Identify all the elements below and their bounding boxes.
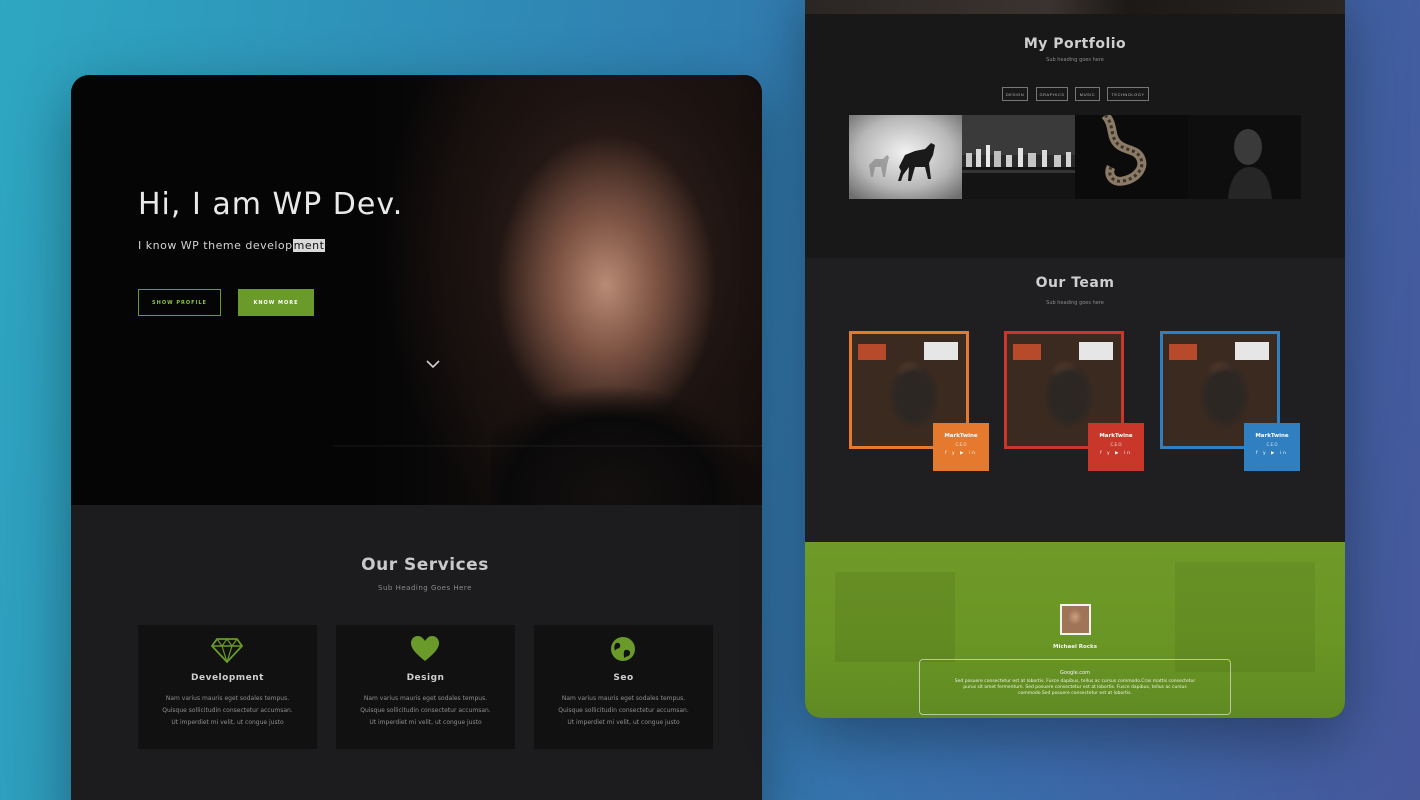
portfolio-subtitle: Sub heading goes here	[1046, 57, 1104, 63]
previous-section-image	[805, 0, 1345, 14]
member-social-icons[interactable]: f y ▶ in	[1088, 451, 1144, 456]
filter-technology[interactable]: TECHNOLOGY	[1107, 87, 1149, 101]
hero-section: Hi, I am WP Dev. I know WP theme develop…	[71, 75, 762, 505]
hero-divider	[333, 445, 762, 447]
team-title: Our Team	[1035, 275, 1115, 291]
service-card-design: Design Nam varius mauris eget sodales te…	[336, 625, 515, 749]
city-skyline-photo	[962, 115, 1075, 199]
service-title: Seo	[613, 673, 634, 683]
filter-music[interactable]: MUSIC	[1075, 87, 1100, 101]
portfolio-image-city[interactable]	[962, 115, 1075, 199]
service-text-line: Quisque sollicitudin consectetur accumsa…	[162, 707, 293, 714]
dark-portrait-photo	[1188, 115, 1301, 199]
portfolio-image-horse[interactable]	[849, 115, 962, 199]
services-subtitle: Sub Heading Goes Here	[378, 584, 472, 592]
avatar	[1060, 604, 1091, 635]
testimonial-text-line: Sed posuere consectetur est at lobortis.…	[954, 679, 1196, 684]
team-member-card[interactable]: MarkTwine C.E.O f y ▶ in	[1004, 331, 1144, 471]
member-role: C.E.O	[1110, 442, 1122, 447]
hero-subtitle: I know WP theme development	[138, 239, 326, 252]
testimonial-section: Michael Rocks Google.com Sed posuere con…	[805, 542, 1345, 718]
testimonial-text-line: purus sit amet fermentum. Sed posuere co…	[963, 685, 1187, 690]
filter-design[interactable]: DESIGN	[1002, 87, 1028, 101]
member-social-icons[interactable]: f y ▶ in	[933, 451, 989, 456]
service-text-line: Nam varius mauris eget sodales tempus.	[363, 695, 488, 702]
team-member-card[interactable]: MarkTwine C.E.O f y ▶ in	[849, 331, 989, 471]
portfolio-page-preview: My Portfolio Sub heading goes here DESIG…	[805, 0, 1345, 718]
typing-highlight: ment	[292, 239, 326, 252]
testimonial-name: Michael Rocks	[1053, 644, 1097, 650]
testimonial-site[interactable]: Google.com	[920, 670, 1230, 676]
home-page-preview: Hi, I am WP Dev. I know WP theme develop…	[71, 75, 762, 800]
services-title: Our Services	[361, 555, 489, 575]
portfolio-image-snake[interactable]	[1075, 115, 1188, 199]
member-name: MarkTwine	[1099, 433, 1133, 439]
filter-graphics[interactable]: GRAPHICS	[1036, 87, 1068, 101]
service-title: Design	[406, 673, 445, 683]
heart-icon	[411, 636, 439, 661]
service-text-line: Quisque sollicitudin consectetur accumsa…	[558, 707, 689, 714]
team-member-card[interactable]: MarkTwine C.E.O f y ▶ in	[1160, 331, 1300, 471]
globe-icon	[611, 637, 635, 661]
member-social-icons[interactable]: f y ▶ in	[1244, 451, 1300, 456]
show-profile-button[interactable]: SHOW PROFILE	[138, 289, 221, 316]
team-section: Our Team Sub heading goes here MarkTwine…	[805, 258, 1345, 542]
portfolio-image-portrait[interactable]	[1188, 115, 1301, 199]
team-subtitle: Sub heading goes here	[1046, 300, 1104, 306]
testimonial-text-line: commodo.Sed posuere consectetur est at l…	[1018, 691, 1132, 696]
background-office-shape	[1175, 562, 1315, 672]
service-text-line: Nam varius mauris eget sodales tempus.	[165, 695, 290, 702]
horse-photo	[849, 115, 962, 199]
service-text-line: Quisque sollicitudin consectetur accumsa…	[360, 707, 491, 714]
hero-subtitle-text: I know WP theme develop	[138, 239, 293, 252]
testimonial-box: Google.com Sed posuere consectetur est a…	[919, 659, 1231, 715]
service-text-line: Ut imperdiet mi velit, ut congue justo	[171, 719, 284, 726]
member-badge: MarkTwine C.E.O f y ▶ in	[1088, 423, 1144, 471]
member-name: MarkTwine	[1255, 433, 1289, 439]
service-card-seo: Seo Nam varius mauris eget sodales tempu…	[534, 625, 713, 749]
member-badge: MarkTwine C.E.O f y ▶ in	[1244, 423, 1300, 471]
hero-title: Hi, I am WP Dev.	[138, 187, 404, 222]
service-card-development: Development Nam varius mauris eget sodal…	[138, 625, 317, 749]
snake-photo	[1075, 115, 1188, 199]
hero-portrait-shirt	[491, 375, 761, 505]
service-text-line: Nam varius mauris eget sodales tempus.	[561, 695, 686, 702]
chevron-down-icon[interactable]	[426, 359, 440, 369]
service-text-line: Ut imperdiet mi velit, ut congue justo	[567, 719, 680, 726]
member-name: MarkTwine	[944, 433, 978, 439]
portfolio-section: My Portfolio Sub heading goes here DESIG…	[805, 14, 1345, 258]
member-role: C.E.O	[955, 442, 967, 447]
diamond-icon	[211, 637, 243, 663]
service-text-line: Ut imperdiet mi velit, ut congue justo	[369, 719, 482, 726]
service-title: Development	[191, 673, 264, 683]
member-badge: MarkTwine C.E.O f y ▶ in	[933, 423, 989, 471]
portfolio-title: My Portfolio	[1023, 36, 1127, 52]
avatar-photo	[1062, 606, 1089, 633]
member-role: C.E.O	[1266, 442, 1278, 447]
know-more-button[interactable]: KNOW MORE	[238, 289, 314, 316]
